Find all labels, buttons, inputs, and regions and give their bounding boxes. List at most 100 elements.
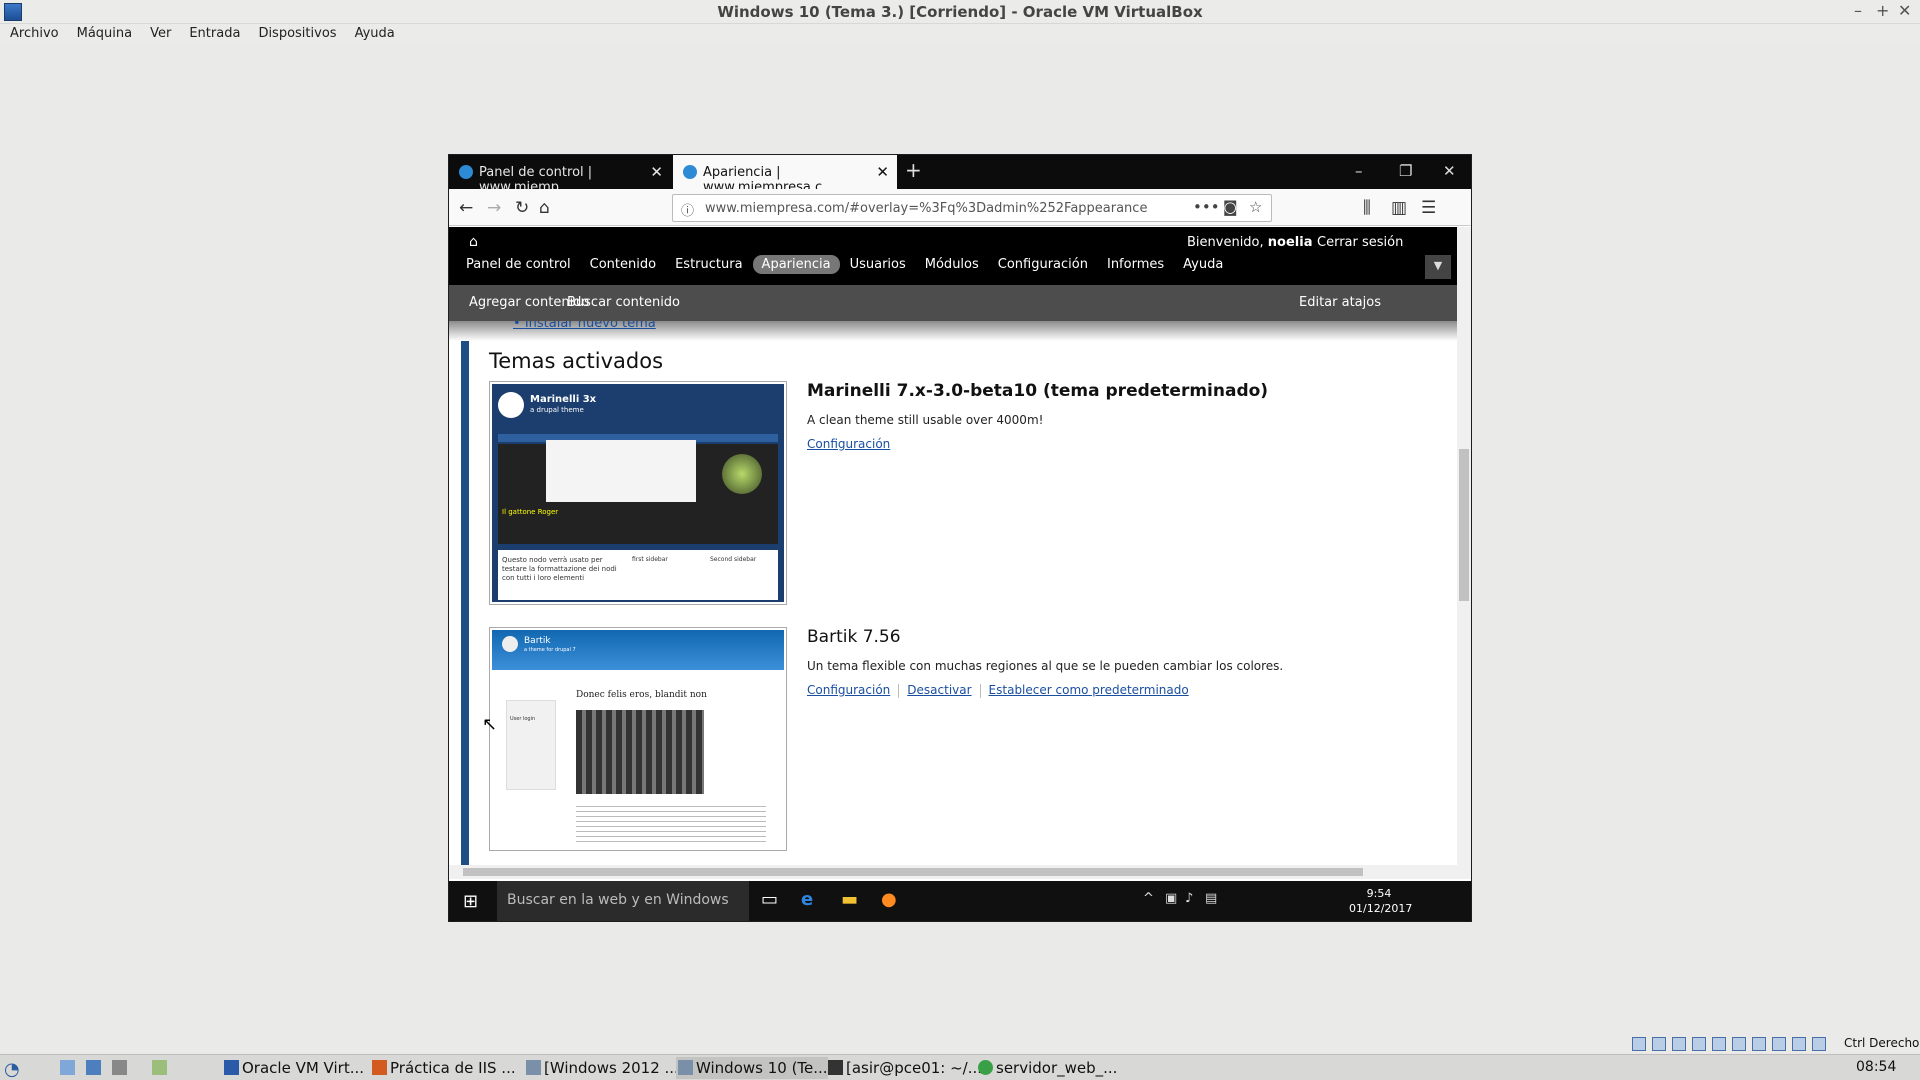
home-icon[interactable]: ⌂ — [539, 198, 550, 218]
taskbar-item-servidor[interactable]: servidor_web_... — [976, 1057, 1117, 1079]
mouse-integration-icon[interactable] — [1812, 1037, 1826, 1051]
bookmark-star-icon[interactable]: ☆ — [1249, 198, 1262, 216]
user-name[interactable]: noelia — [1268, 235, 1313, 250]
close-icon[interactable]: ✕ — [1898, 1, 1911, 20]
theme-links-bartik: Configuración Desactivar Establecer como p… — [807, 683, 1189, 698]
usb-status-icon[interactable] — [1712, 1037, 1726, 1051]
menu-informes[interactable]: Informes — [1098, 255, 1173, 274]
marinelli-screenshot: Marinelli 3x a drupal theme Il gattone R… — [489, 381, 787, 605]
menu-maquina[interactable]: Máquina — [67, 24, 141, 41]
pocket-icon[interactable]: ◙ — [1223, 198, 1238, 216]
tray-chevron-icon[interactable]: ^ — [1143, 891, 1154, 906]
scrollbar-thumb[interactable] — [1459, 449, 1469, 601]
tab-close-icon[interactable]: ✕ — [650, 163, 663, 181]
set-default-link[interactable]: Establecer como predeterminado — [989, 683, 1189, 697]
scrollbar-thumb[interactable] — [463, 868, 1363, 876]
taskbar-item-practica[interactable]: Práctica de IIS ... — [370, 1057, 516, 1079]
host-clock[interactable]: 08:54 — [1856, 1059, 1896, 1075]
logout-link[interactable]: Cerrar sesión — [1317, 235, 1403, 250]
drupal-drop-icon — [502, 636, 518, 652]
hdd-status-icon[interactable] — [1632, 1037, 1646, 1051]
task-view-icon[interactable]: ▭ — [761, 889, 778, 910]
tab-close-icon[interactable]: ✕ — [876, 163, 889, 181]
thumb-tagline: a theme for drupal 7 — [524, 647, 576, 653]
host-start-icon[interactable]: ◔ — [4, 1057, 20, 1080]
url-bar[interactable]: ⓘ www.miempresa.com/#overlay=%3Fq%3Dadmi… — [672, 194, 1272, 222]
taskbar-item-windows10[interactable]: Windows 10 (Te... — [676, 1057, 828, 1079]
menu-modulos[interactable]: Módulos — [916, 255, 988, 274]
network-icon[interactable]: ▣ — [1165, 891, 1177, 906]
menu-contenido[interactable]: Contenido — [581, 255, 665, 274]
firefox-icon[interactable]: ● — [881, 889, 897, 910]
reload-icon[interactable]: ↻ — [515, 198, 529, 218]
menu-ver[interactable]: Ver — [140, 24, 179, 41]
taskbar-label: servidor_web_... — [996, 1059, 1118, 1077]
forward-icon[interactable]: → — [487, 198, 501, 218]
shortcuts-bar: Agregar contenido Buscar contenido Edita… — [449, 285, 1457, 321]
menu-estructura[interactable]: Estructura — [666, 255, 751, 274]
close-icon[interactable]: ✕ — [1443, 162, 1456, 180]
new-tab-icon[interactable]: + — [905, 158, 922, 182]
audio-status-icon[interactable] — [1672, 1037, 1686, 1051]
minimize-icon[interactable]: – — [1355, 162, 1363, 180]
network-status-icon[interactable] — [1692, 1037, 1706, 1051]
desactivar-link[interactable]: Desactivar — [907, 683, 971, 697]
link-separator — [898, 683, 900, 698]
taskbar-item-virtualbox[interactable]: Oracle VM Virt... — [222, 1057, 364, 1079]
configuracion-link[interactable]: Configuración — [807, 437, 890, 451]
sidebar-icon[interactable]: ▥ — [1391, 198, 1407, 218]
install-theme-link[interactable]: • Instalar nuevo tema — [513, 321, 656, 331]
terminal-launcher-icon[interactable] — [110, 1057, 130, 1079]
optical-status-icon[interactable] — [1652, 1037, 1666, 1051]
tab-panel-de-control[interactable]: Panel de control | www.miemp ✕ — [449, 155, 671, 195]
shortcuts-toggle-icon[interactable]: ▼ — [1425, 255, 1451, 279]
workspace-switcher-icon[interactable] — [150, 1057, 170, 1079]
install-theme-label[interactable]: Instalar nuevo tema — [525, 321, 656, 331]
url-text[interactable]: www.miempresa.com/#overlay=%3Fq%3Dadmin%… — [705, 201, 1147, 216]
library-icon[interactable]: ⫼ — [1363, 198, 1371, 218]
page-content: • Instalar nuevo tema Temas activados Ma… — [449, 321, 1457, 879]
file-manager-icon[interactable] — [84, 1057, 104, 1079]
recording-status-icon[interactable] — [1772, 1037, 1786, 1051]
menu-configuracion[interactable]: Configuración — [989, 255, 1097, 274]
notifications-icon[interactable]: ▤ — [1205, 891, 1217, 906]
maximize-icon[interactable]: + — [1876, 1, 1889, 20]
cpu-status-icon[interactable] — [1792, 1037, 1806, 1051]
hamburger-menu-icon[interactable]: ☰ — [1421, 198, 1436, 218]
taskbar-search-box[interactable]: Buscar en la web y en Windows — [497, 881, 749, 921]
edit-shortcuts-link[interactable]: Editar atajos — [1299, 295, 1381, 310]
configuracion-link[interactable]: Configuración — [807, 683, 890, 697]
vm-status-bar: Ctrl Derecho — [0, 1034, 1920, 1054]
taskbar-clock[interactable]: 9:54 01/12/2017 — [1349, 886, 1412, 916]
taskbar-item-windows2012[interactable]: [Windows 2012 ... — [524, 1057, 679, 1079]
show-desktop-icon[interactable] — [58, 1057, 78, 1079]
back-icon[interactable]: ← — [459, 198, 473, 218]
menu-ayuda[interactable]: Ayuda — [1174, 255, 1232, 274]
menu-ayuda[interactable]: Ayuda — [345, 24, 403, 41]
menu-archivo[interactable]: Archivo — [0, 24, 67, 41]
thumb-body-text: Questo nodo verrà usato per testare la f… — [502, 556, 617, 582]
menu-panel-de-control[interactable]: Panel de control — [457, 255, 580, 274]
edge-icon[interactable]: e — [801, 889, 813, 910]
volume-icon[interactable]: ♪ — [1185, 891, 1193, 906]
display-status-icon[interactable] — [1752, 1037, 1766, 1051]
horizontal-scrollbar[interactable] — [449, 865, 1457, 879]
info-icon[interactable]: ⓘ — [681, 200, 694, 219]
shortcut-buscar-contenido[interactable]: Buscar contenido — [567, 295, 680, 310]
menu-dispositivos[interactable]: Dispositivos — [248, 24, 344, 41]
taskbar-label: Oracle VM Virt... — [242, 1059, 364, 1077]
home-icon[interactable]: ⌂ — [469, 234, 478, 250]
menu-apariencia[interactable]: Apariencia — [752, 255, 840, 274]
shared-folder-status-icon[interactable] — [1732, 1037, 1746, 1051]
menu-entrada[interactable]: Entrada — [179, 24, 248, 41]
restore-icon[interactable]: ❐ — [1399, 162, 1412, 180]
file-explorer-icon[interactable]: ▬ — [841, 889, 858, 910]
windows-start-icon[interactable]: ⊞ — [463, 891, 478, 912]
page-actions-icon[interactable]: ••• — [1193, 198, 1220, 216]
menu-usuarios[interactable]: Usuarios — [841, 255, 915, 274]
tab-apariencia[interactable]: Apariencia | www.miempresa.c ✕ — [673, 155, 897, 195]
taskbar-item-terminal[interactable]: [asir@pce01: ~/... — [826, 1057, 982, 1079]
vertical-scrollbar[interactable] — [1457, 227, 1471, 879]
thumb-brand: Marinelli 3x — [530, 394, 597, 405]
minimize-icon[interactable]: – — [1854, 1, 1862, 20]
